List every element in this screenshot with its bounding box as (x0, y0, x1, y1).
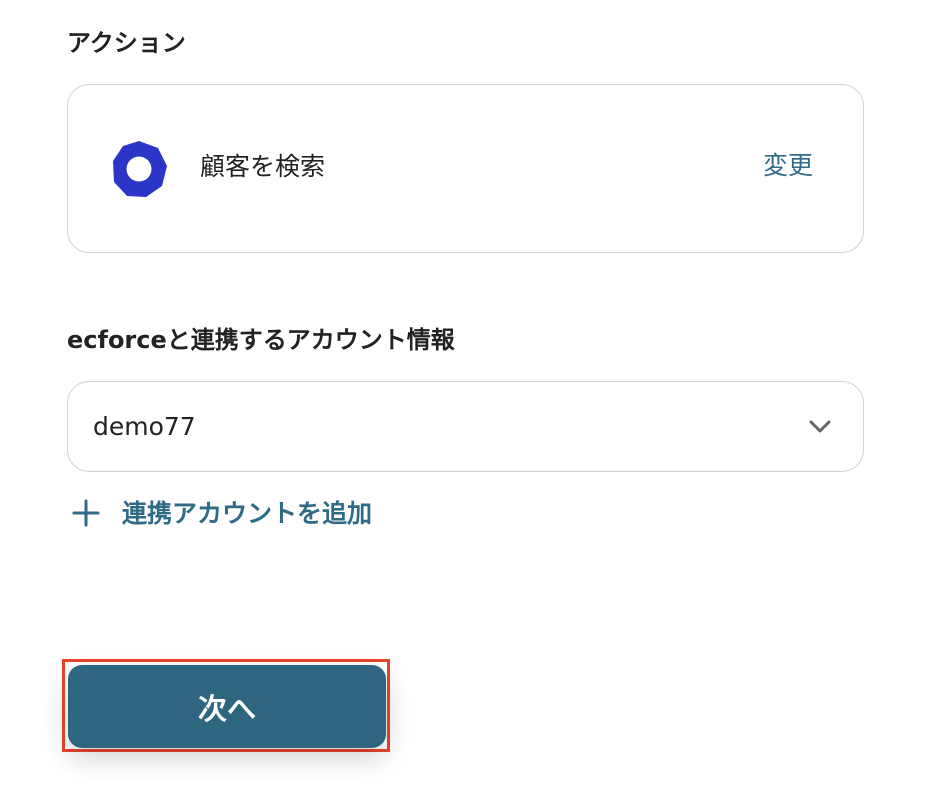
next-button-label: 次へ (197, 691, 256, 726)
account-section-label: ecforceと連携するアカウント情報 (67, 326, 455, 354)
account-select[interactable]: demo77 (67, 381, 864, 472)
add-account-button[interactable]: 連携アカウントを追加 (72, 496, 372, 530)
change-action-link[interactable]: 変更 (763, 152, 813, 180)
plus-icon (72, 499, 100, 527)
selected-account-value: demo77 (93, 412, 196, 441)
add-account-label: 連携アカウントを追加 (122, 498, 373, 528)
action-section-label: アクション (67, 29, 186, 57)
chevron-down-icon (809, 420, 831, 433)
next-button[interactable]: 次へ (68, 665, 386, 748)
action-name: 顧客を検索 (200, 152, 326, 181)
action-card: 顧客を検索 変更 (67, 84, 864, 253)
ecforce-app-icon (113, 141, 167, 197)
